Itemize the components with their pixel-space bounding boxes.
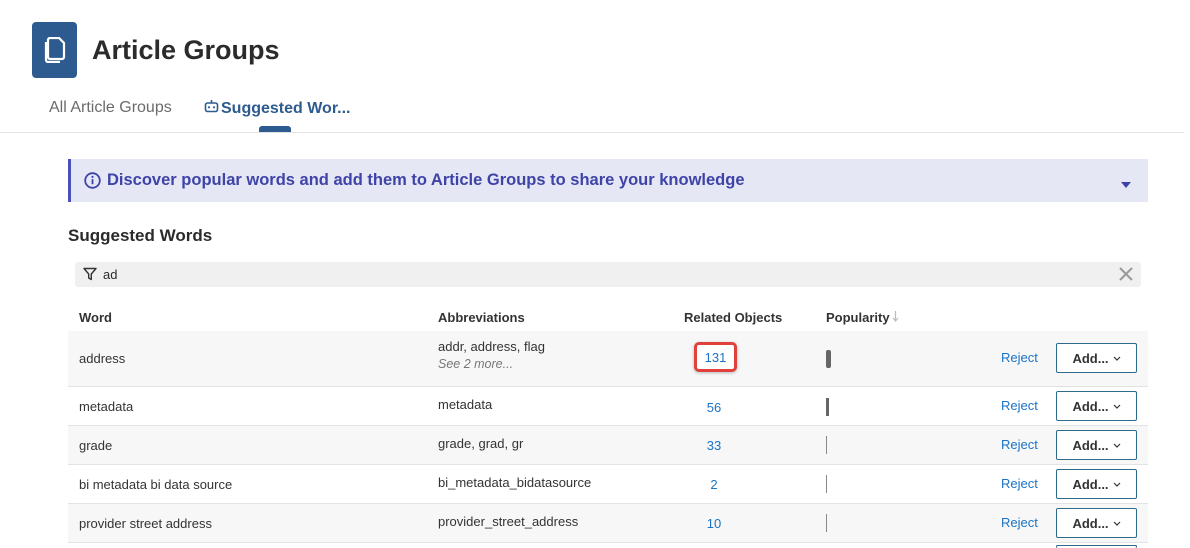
abbreviations-cell: bi_metadata_bidatasource xyxy=(438,475,592,490)
related-objects-link[interactable]: 131 xyxy=(694,342,737,372)
add-button-label: Add... xyxy=(1072,398,1109,414)
add-button-label: Add... xyxy=(1072,437,1109,453)
info-icon xyxy=(84,172,101,189)
sort-down-icon xyxy=(892,310,899,325)
close-icon[interactable] xyxy=(1118,266,1134,287)
related-objects-link[interactable]: 56 xyxy=(694,400,734,415)
column-header-word[interactable]: Word xyxy=(79,310,112,325)
tab-label: All Article Groups xyxy=(49,99,172,116)
section-title: Suggested Words xyxy=(68,226,213,245)
active-tab-indicator xyxy=(259,126,291,132)
word-cell: bi metadata bi data source xyxy=(79,477,233,492)
word-cell: address xyxy=(79,351,126,366)
add-dropdown-button[interactable]: Add... xyxy=(1056,343,1137,373)
reject-button[interactable]: Reject xyxy=(1001,350,1038,365)
table-header: Word Abbreviations Related Objects Popul… xyxy=(68,305,1148,332)
column-header-related-objects[interactable]: Related Objects xyxy=(684,310,782,325)
chevron-down-icon xyxy=(1113,401,1121,411)
word-cell: provider street address xyxy=(79,516,212,531)
column-header-label: Popularity xyxy=(826,310,890,325)
see-more-link[interactable]: See 2 more... xyxy=(438,357,513,371)
tab-label: Suggested Wor... xyxy=(221,99,351,117)
tab-suggested-words[interactable]: Suggested Wor... xyxy=(204,99,351,118)
table-row: address addr, address, flag See 2 more..… xyxy=(68,331,1148,387)
banner-text: Discover popular words and add them to A… xyxy=(107,171,745,189)
chevron-down-icon xyxy=(1113,353,1121,363)
add-dropdown-button[interactable]: Add... xyxy=(1056,508,1137,538)
reject-button[interactable]: Reject xyxy=(1001,437,1038,452)
table-row: provider street address provider_street_… xyxy=(68,504,1148,543)
table-row: bi metadata bi data source bi_metadata_b… xyxy=(68,465,1148,504)
add-button-label: Add... xyxy=(1072,515,1109,531)
abbreviations-cell: addr, address, flag xyxy=(438,339,545,354)
word-cell: grade xyxy=(79,438,113,453)
popularity-bar xyxy=(826,436,827,454)
robot-icon xyxy=(204,99,219,118)
popularity-bar xyxy=(826,475,827,493)
reject-button[interactable]: Reject xyxy=(1001,515,1038,530)
chevron-down-icon xyxy=(1113,479,1121,489)
related-objects-count: 131 xyxy=(704,349,727,365)
popularity-bar xyxy=(826,350,831,368)
related-objects-link[interactable]: 2 xyxy=(694,477,734,492)
tab-all-article-groups[interactable]: All Article Groups xyxy=(49,99,172,117)
add-dropdown-button[interactable]: Add... xyxy=(1056,391,1137,421)
filter-bar xyxy=(75,262,1141,287)
table-row: metadata metadata 56 Reject Add... xyxy=(68,387,1148,426)
abbreviations-cell: metadata xyxy=(438,397,493,412)
document-icon xyxy=(32,22,77,78)
abbreviations-cell: provider_street_address xyxy=(438,514,579,529)
add-button-label: Add... xyxy=(1072,350,1109,366)
chevron-down-icon xyxy=(1113,518,1121,528)
popularity-bar xyxy=(826,514,827,532)
table-row xyxy=(68,543,1148,548)
word-cell: metadata xyxy=(79,399,134,414)
reject-button[interactable]: Reject xyxy=(1001,398,1038,413)
abbreviations-cell: grade, grad, gr xyxy=(438,436,524,451)
page-header: Article Groups xyxy=(32,22,280,78)
tab-bar: All Article Groups Suggested Wor... xyxy=(0,90,1184,133)
info-banner: Discover popular words and add them to A… xyxy=(68,159,1148,202)
add-dropdown-button[interactable]: Add... xyxy=(1056,469,1137,499)
column-header-popularity[interactable]: Popularity xyxy=(826,310,899,325)
related-objects-link[interactable]: 10 xyxy=(694,516,734,531)
reject-button[interactable]: Reject xyxy=(1001,476,1038,491)
filter-input[interactable] xyxy=(103,264,1083,285)
filter-icon xyxy=(83,267,97,286)
popularity-bar xyxy=(826,398,829,416)
column-header-abbreviations[interactable]: Abbreviations xyxy=(438,310,525,325)
page-title: Article Groups xyxy=(92,34,280,65)
chevron-down-icon xyxy=(1113,440,1121,450)
add-dropdown-button[interactable]: Add... xyxy=(1056,430,1137,460)
add-button-label: Add... xyxy=(1072,476,1109,492)
table-row: grade grade, grad, gr 33 Reject Add... xyxy=(68,426,1148,465)
caret-down-icon[interactable] xyxy=(1121,175,1131,193)
related-objects-link[interactable]: 33 xyxy=(694,438,734,453)
